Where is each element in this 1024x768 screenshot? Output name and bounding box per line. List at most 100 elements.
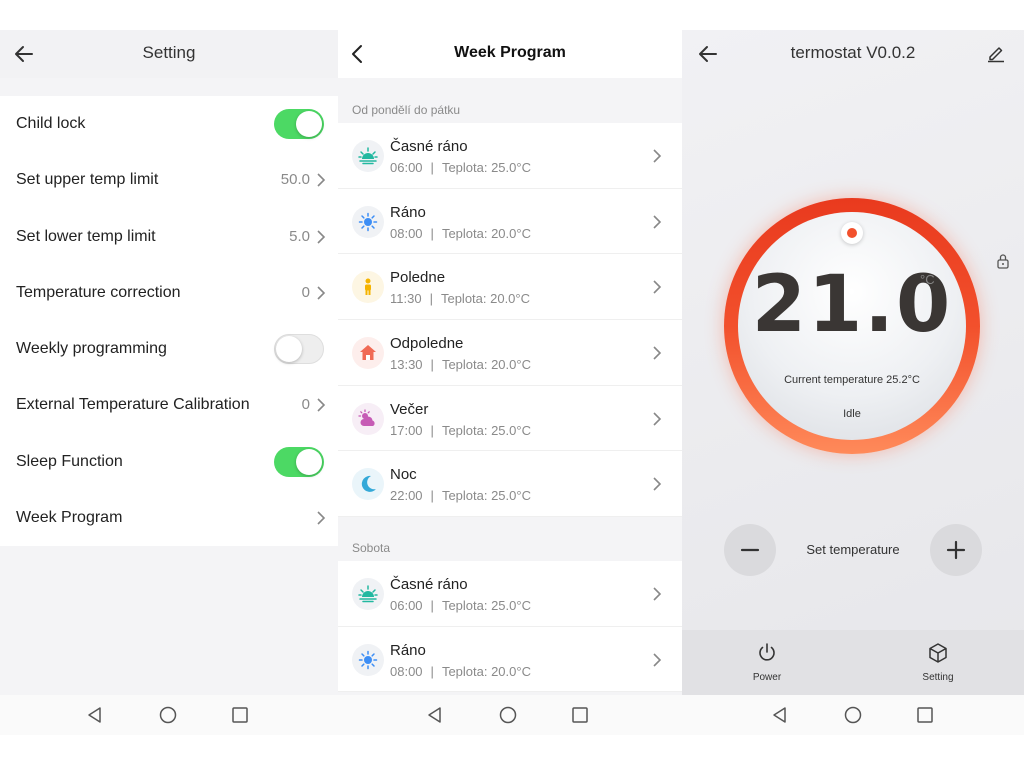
program-temp: Teplota: 20.0°C [441,225,531,241]
setting-label: Set upper temp limit [16,171,159,189]
setting-screen: Setting Child lock Set upper temp limit … [0,30,338,735]
setting-label: Set lower temp limit [16,227,156,245]
separator: | [430,422,434,438]
power-icon [759,643,775,661]
toggle-knob [296,448,322,475]
program-time: 22:00 [390,488,423,504]
program-detail: 22:00 | Teplota: 25.0°C [390,488,531,503]
program-time: 08:00 [390,663,423,679]
chevron-right-icon [317,286,326,300]
program-name: Noc [390,466,417,484]
saturday-program-list: Časné ráno 06:00 | Teplota: 25.0°C Ráno 08… [338,561,682,693]
program-item[interactable]: Noc 22:00 | Teplota: 25.0°C [338,451,682,518]
settings-row-temperature-correction[interactable]: Temperature correction 0 [0,265,338,321]
setting-label: Setting [922,672,954,683]
nav-back-icon[interactable] [425,705,445,725]
settings-row-sleep-function: Sleep Function [0,434,338,490]
lock-icon[interactable] [996,253,1010,269]
settings-list: Child lock Set upper temp limit 50.0 Set… [0,96,338,547]
android-nav-bar [682,695,1024,735]
chevron-right-icon [317,511,326,525]
edit-icon[interactable] [986,43,1006,63]
bottom-action-bar: Power Setting [682,630,1024,695]
chevron-right-icon [317,173,326,187]
nav-home-icon[interactable] [498,705,518,725]
program-time: 08:00 [390,225,423,241]
chevron-right-icon [317,398,326,413]
program-name: Odpoledne [390,335,464,353]
separator: | [430,225,434,241]
device-title: termostat V0.0.2 [790,43,916,62]
moon-icon [352,468,384,501]
separator: | [430,598,434,613]
program-item[interactable]: Ráno 08:00 | Teplota: 20.0°C [338,189,682,255]
settings-row-upper-temp-limit[interactable]: Set upper temp limit 50.0 [0,152,338,208]
section-label-saturday: Sobota [352,541,391,555]
program-item[interactable]: Večer 17:00 | Teplota: 25.0°C [338,386,682,452]
program-name: Poledne [390,269,446,287]
increase-temperature-button[interactable] [930,524,982,576]
decrease-temperature-button[interactable] [724,524,776,576]
page-title: Week Program [454,44,566,61]
minus-icon [740,548,760,552]
nav-recents-icon[interactable] [230,705,250,725]
program-name: Ráno [390,641,426,659]
nav-home-icon[interactable] [843,705,863,725]
program-temp: Teplota: 20.0°C [441,357,531,373]
weekly-programming-toggle[interactable] [274,334,324,365]
program-name: Časné ráno [390,138,468,155]
sleep-function-toggle[interactable] [274,446,324,477]
cube-icon [929,643,947,663]
program-temp: Teplota: 25.0°C [441,598,531,613]
android-nav-bar [0,695,338,735]
separator: | [430,488,434,504]
setting-button[interactable]: Setting [908,642,968,683]
week-program-screen: Week Program Od pondělí do pátku Časné r… [338,30,682,735]
settings-row-weekly-programming: Weekly programming [0,321,338,377]
settings-row-week-program[interactable]: Week Program [0,490,338,546]
program-detail: 08:00 | Teplota: 20.0°C [390,226,531,241]
program-temp: Teplota: 25.0°C [441,488,531,504]
program-time: 06:00 [390,598,423,613]
nav-recents-icon[interactable] [570,705,590,725]
nav-back-icon[interactable] [770,705,790,725]
program-item[interactable]: Ráno 08:00 | Teplota: 20.0°C [338,627,682,693]
power-button[interactable]: Power [737,642,797,683]
program-item[interactable]: Časné ráno 06:00 | Teplota: 25.0°C [338,123,682,189]
settings-row-lower-temp-limit[interactable]: Set lower temp limit 5.0 [0,209,338,265]
program-time: 17:00 [390,422,423,438]
chevron-right-icon [653,477,662,492]
setting-value: 0 [301,396,310,414]
person-icon [352,271,384,304]
chevron-right-icon [317,230,326,244]
section-label-weekdays: Od pondělí do pátku [352,103,461,117]
nav-home-icon[interactable] [158,705,178,725]
set-temperature-label: Set temperature [806,542,900,557]
program-time: 06:00 [390,160,423,175]
program-temp: Teplota: 25.0°C [441,160,531,175]
setting-label: Temperature correction [16,283,181,301]
dial-handle[interactable] [841,222,863,244]
program-item[interactable]: Odpoledne 13:30 | Teplota: 20.0°C [338,320,682,386]
child-lock-toggle[interactable] [274,109,324,139]
page-title: Setting [142,43,196,62]
nav-recents-icon[interactable] [915,705,935,725]
program-name: Ráno [390,203,426,221]
sunrise-icon [352,140,384,172]
temperature-dial[interactable]: 21.0 °C Current temperature 25.2°C Idle [724,198,980,454]
toggle-knob [276,336,302,363]
nav-back-icon[interactable] [85,705,105,725]
program-item[interactable]: Poledne 11:30 | Teplota: 20.0°C [338,254,682,321]
chevron-right-icon [653,149,662,163]
program-name: Časné ráno [390,576,468,593]
setting-label: Week Program [16,509,123,527]
weekday-program-list: Časné ráno 06:00 | Teplota: 25.0°C Ráno 08… [338,123,682,518]
sun-icon [352,205,384,238]
week-program-header: Week Program [338,30,682,78]
program-item[interactable]: Časné ráno 06:00 | Teplota: 25.0°C [338,561,682,627]
program-detail: 06:00 | Teplota: 25.0°C [390,160,531,175]
chevron-right-icon [653,215,662,229]
program-detail: 06:00 | Teplota: 25.0°C [390,598,531,613]
settings-row-external-temp-calibration[interactable]: External Temperature Calibration 0 [0,377,338,433]
program-time: 13:30 [390,357,423,373]
